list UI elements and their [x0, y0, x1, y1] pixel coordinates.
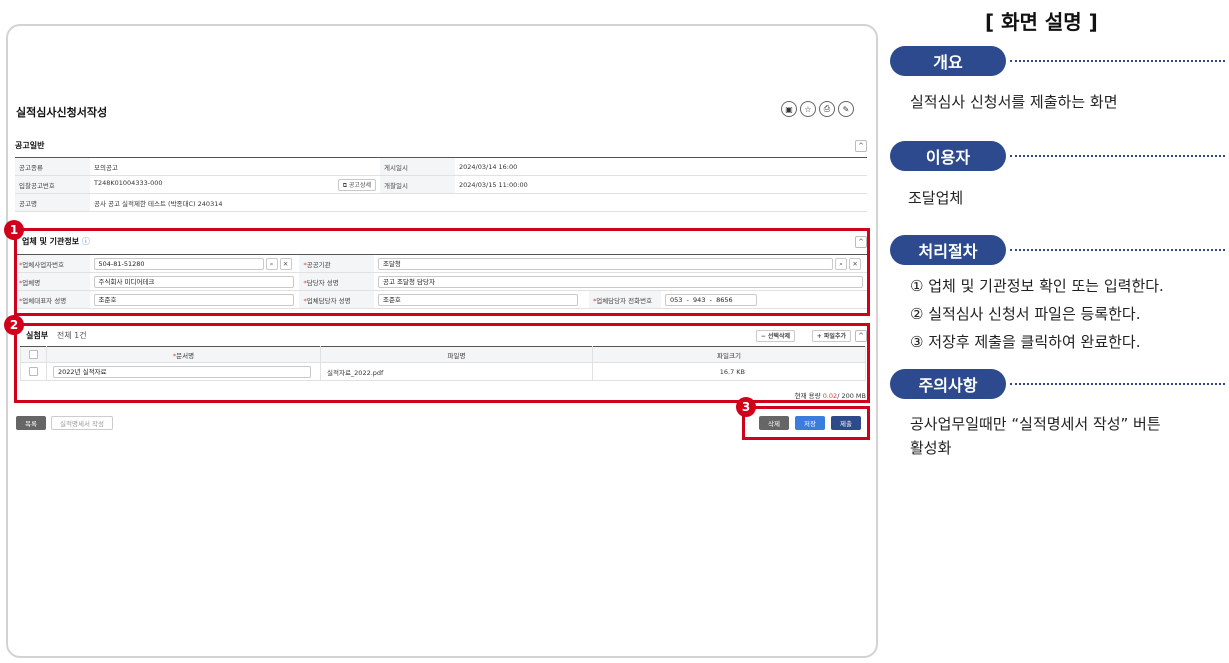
value: 2024/03/15 11:00:00	[455, 175, 867, 194]
label: 공고종류	[15, 157, 90, 176]
dotted-divider	[1010, 60, 1225, 62]
dotted-divider	[1010, 249, 1225, 251]
page-title: 실적심사신청서작성	[16, 106, 108, 119]
panel-title: [ 화면 설명 ]	[985, 10, 1098, 34]
title-icon-group: ▣ ☆ ⎙ ✎	[781, 101, 854, 117]
procedure-step-2: ② 실적심사 신청서 파일은 등록한다.	[910, 305, 1141, 323]
caution-line-2: 활성화	[910, 439, 952, 457]
notice-detail-button[interactable]: ⧉ 공고상세	[337, 178, 376, 191]
value: 모의공고	[90, 157, 380, 176]
notice-table: 공고종류 모의공고 게시일시 2024/03/14 16:00 입찰공고번호 T…	[15, 157, 867, 212]
highlight-box-3	[742, 406, 870, 440]
user-text: 조달업체	[908, 189, 964, 207]
label: 공고명	[15, 193, 90, 212]
overview-text: 실적심사 신청서를 제출하는 화면	[910, 93, 1118, 111]
marker-2: 2	[4, 315, 24, 335]
value: 2024/03/14 16:00	[455, 157, 867, 176]
value-cell: T248K01004333-000 ⧉ 공고상세	[90, 175, 380, 194]
notice-section-header: 공고일반 ^	[15, 140, 867, 154]
save-icon[interactable]: ▣	[781, 101, 797, 117]
marker-1: 1	[4, 220, 24, 240]
marker-3: 3	[736, 397, 756, 417]
external-link-icon: ⧉	[342, 181, 347, 189]
procedure-step-1: ① 업체 및 기관정보 확인 또는 입력한다.	[910, 277, 1164, 295]
label: 개찰일시	[380, 175, 455, 194]
print-icon[interactable]: ⎙	[819, 101, 835, 117]
section-heading-procedure: 처리절차	[890, 235, 1006, 265]
section-heading-caution: 주의사항	[890, 369, 1006, 399]
settings-icon[interactable]: ✎	[838, 101, 854, 117]
dotted-divider	[1010, 383, 1225, 385]
highlight-box-1	[14, 228, 870, 316]
notice-section-title: 공고일반	[15, 141, 45, 150]
section-heading-overview: 개요	[890, 46, 1006, 76]
section-heading-user: 이용자	[890, 141, 1006, 171]
star-icon[interactable]: ☆	[800, 101, 816, 117]
procedure-step-3: ③ 저장후 제출을 클릭하여 완료한다.	[910, 333, 1141, 351]
caution-line-1: 공사업무일때만 “실적명세서 작성” 버튼	[910, 415, 1161, 433]
value: 공사 공고 실적제한 테스트 (박종대C) 240314	[90, 193, 867, 212]
collapse-icon[interactable]: ^	[855, 140, 867, 152]
value: T248K01004333-000	[94, 178, 163, 187]
write-statement-button[interactable]: 실적명세서 작성	[51, 416, 113, 430]
list-button[interactable]: 목록	[16, 416, 46, 430]
notice-detail-label: 공고상세	[348, 181, 371, 189]
label: 입찰공고번호	[15, 175, 90, 194]
highlight-box-2	[14, 323, 870, 403]
dotted-divider	[1010, 155, 1225, 157]
label: 게시일시	[380, 157, 455, 176]
